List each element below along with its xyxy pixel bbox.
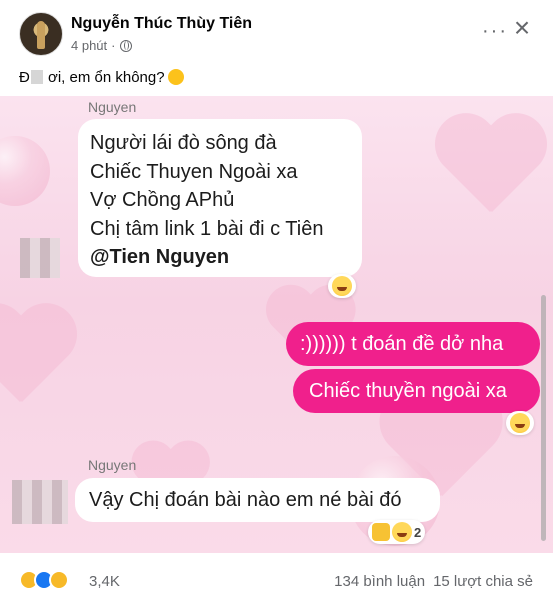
- mention-tag: @Tien Nguyen: [90, 246, 230, 268]
- close-button[interactable]: ×: [507, 14, 537, 44]
- sender-name: Nguyen: [88, 457, 137, 473]
- post-footer: 3,4K 134 bình luận 15 lượt chia sẻ: [0, 553, 553, 601]
- blurred-avatar: [20, 238, 60, 278]
- message-reaction: [506, 411, 534, 435]
- public-globe-icon: [119, 39, 132, 52]
- scrollbar[interactable]: [541, 295, 546, 541]
- message-reaction: [328, 274, 356, 298]
- laughing-face-icon: [392, 522, 412, 542]
- thumbs-up-icon: [372, 523, 390, 541]
- more-options-button[interactable]: ···: [482, 20, 508, 43]
- laughing-face-icon: [332, 276, 352, 296]
- post-meta: 4 phút ·: [71, 38, 132, 53]
- incoming-message: Vậy Chị đoán bài nào em né bài đó: [75, 478, 440, 522]
- laughing-face-icon: [510, 413, 530, 433]
- post-time[interactable]: 4 phút: [71, 38, 107, 53]
- post-stats: 134 bình luận 15 lượt chia sẻ: [334, 573, 533, 590]
- incoming-message: Người lái đò sông đà Chiếc Thuyen Ngoài …: [78, 119, 362, 277]
- post-caption: Đ ơi, em ổn không?: [19, 69, 184, 86]
- message-reaction: 2: [368, 520, 426, 544]
- outgoing-message: Chiếc thuyền ngoài xa: [293, 369, 540, 413]
- crying-face-emoji-icon: [167, 69, 184, 85]
- share-count[interactable]: 15 lượt chia sẻ: [433, 573, 533, 590]
- blurred-name: [30, 70, 43, 84]
- reaction-count[interactable]: 3,4K: [89, 573, 120, 590]
- sender-name: Nguyen: [88, 99, 137, 115]
- outgoing-message: :)))))) t đoán đề dở nha: [286, 322, 540, 366]
- reaction-icons[interactable]: [19, 570, 69, 590]
- blurred-avatar: [12, 480, 68, 524]
- facebook-post: Nguyễn Thúc Thùy Tiên 4 phút · ··· × Đ ơ…: [0, 0, 553, 601]
- author-name[interactable]: Nguyễn Thúc Thùy Tiên: [71, 15, 252, 33]
- chat-screenshot-image[interactable]: Nguyen Người lái đò sông đà Chiếc Thuyen…: [0, 96, 553, 553]
- author-avatar[interactable]: [19, 12, 63, 56]
- comment-count[interactable]: 134 bình luận: [334, 573, 425, 590]
- sad-reaction-icon: [49, 570, 69, 590]
